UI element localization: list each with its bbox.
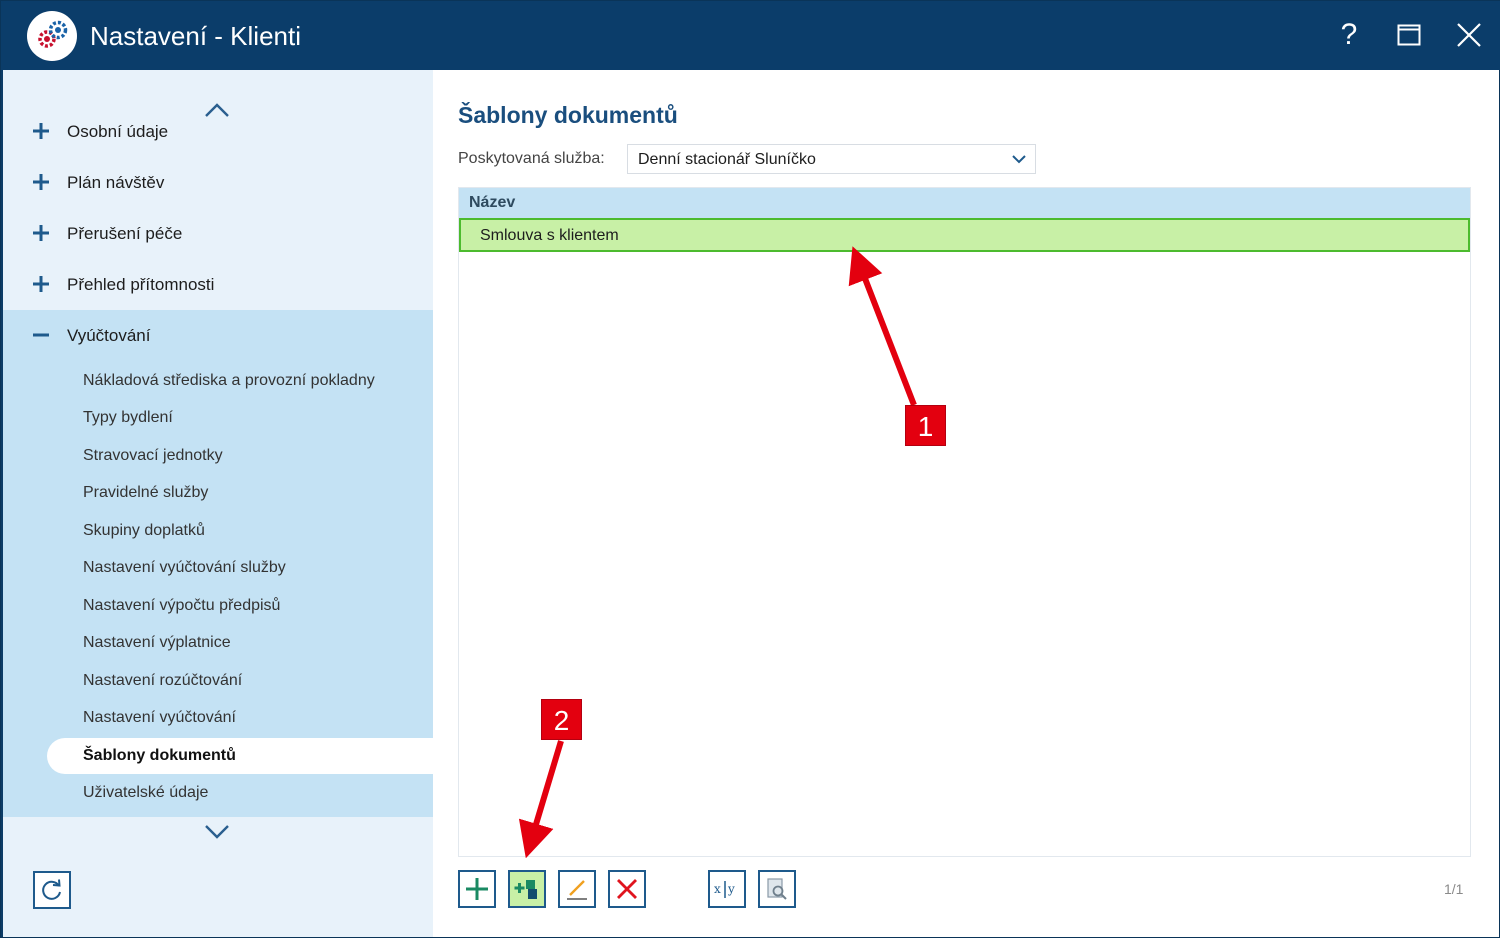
document-preview-icon <box>767 878 787 900</box>
add-button[interactable] <box>458 870 496 908</box>
title-bar: Nastavení - Klienti ? <box>1 1 1500 70</box>
page-title: Šablony dokumentů <box>458 102 678 128</box>
variable-xy-icon: x y <box>714 881 735 898</box>
sidebar-item-label: Skupiny doplatků <box>83 521 205 539</box>
pager: 1/1 <box>1444 881 1464 897</box>
sidebar-item-label: Nastavení vyúčtování služby <box>83 559 286 577</box>
delete-x-icon <box>617 879 637 899</box>
service-select-value: Denní stacionář Sluníčko <box>638 151 816 168</box>
sidebar-item-nastaveni-vyuctovani-sluzby[interactable]: Nastavení vyúčtování služby <box>3 550 433 588</box>
sidebar-subitems: Nákladová střediska a provozní pokladny … <box>3 362 433 812</box>
app-logo-gears-icon <box>27 11 77 61</box>
expand-plus-icon <box>33 174 49 190</box>
sidebar-item-stravovaci-jednotky[interactable]: Stravovací jednotky <box>3 437 433 475</box>
sidebar-item-skupiny-doplatku[interactable]: Skupiny doplatků <box>3 512 433 550</box>
sidebar-item-nastaveni-vyuctovani[interactable]: Nastavení vyúčtování <box>3 700 433 738</box>
sidebar-scroll-down-button[interactable] <box>199 818 235 846</box>
main-panel: Šablony dokumentů Poskytovaná služba: De… <box>433 70 1499 937</box>
annotation-callout-2: 2 <box>541 699 582 740</box>
sidebar-groups: Osobní údaje Plán návštěv Přerušení péče… <box>3 106 433 310</box>
sidebar-item-uzivatelske-udaje[interactable]: Uživatelské údaje <box>3 775 433 813</box>
service-filter-label: Poskytovaná služba: <box>458 150 605 167</box>
sidebar-group-vyuctovani[interactable]: Vyúčtování <box>3 310 433 362</box>
svg-text:y: y <box>727 882 735 896</box>
sidebar-item-label: Nákladová střediska a provozní pokladny <box>83 371 375 389</box>
sidebar-item-label: Šablony dokumentů <box>83 746 236 764</box>
window-title: Nastavení - Klienti <box>90 21 301 51</box>
sidebar-group-label: Osobní údaje <box>67 121 169 141</box>
annotation-callout-1: 1 <box>905 405 946 446</box>
maximize-button[interactable] <box>1387 13 1431 57</box>
expand-plus-icon <box>33 276 49 292</box>
maximize-icon <box>1397 24 1421 46</box>
chevron-down-icon <box>205 825 229 839</box>
preview-button[interactable] <box>758 870 796 908</box>
sidebar-group-plan-navstev[interactable]: Plán návštěv <box>3 157 433 208</box>
sidebar: Osobní údaje Plán návštěv Přerušení péče… <box>3 70 433 937</box>
expand-plus-icon <box>33 225 49 241</box>
sidebar-item-nastaveni-rozuctovani[interactable]: Nastavení rozúčtování <box>3 662 433 700</box>
close-button[interactable] <box>1447 13 1491 57</box>
sidebar-group-preruseni-pece[interactable]: Přerušení péče <box>3 208 433 259</box>
sidebar-group-prehled-pritomnosti[interactable]: Přehled přítomnosti <box>3 259 433 310</box>
sidebar-item-label: Nastavení vyúčtování <box>83 709 236 727</box>
table-row[interactable]: Smlouva s klientem <box>459 218 1470 252</box>
svg-text:x: x <box>714 882 721 896</box>
sidebar-group-osobni-udaje[interactable]: Osobní údaje <box>3 106 433 157</box>
sidebar-item-sablony-dokumentu[interactable]: Šablony dokumentů <box>3 737 433 775</box>
variables-button[interactable]: x y <box>708 870 746 908</box>
table-header: Název <box>459 188 1470 218</box>
plus-icon <box>466 878 488 900</box>
sidebar-item-label: Typy bydlení <box>83 409 173 427</box>
sidebar-group-label: Přehled přítomnosti <box>67 274 215 294</box>
sidebar-item-nakladova-strediska[interactable]: Nákladová střediska a provozní pokladny <box>3 362 433 400</box>
table-cell: Smlouva s klientem <box>480 227 619 244</box>
expand-plus-icon <box>33 123 49 139</box>
sidebar-expanded-group: Vyúčtování Nákladová střediska a provozn… <box>3 310 433 817</box>
copy-add-icon <box>514 880 537 899</box>
edit-button[interactable] <box>558 870 596 908</box>
copy-add-button[interactable] <box>508 870 546 908</box>
sidebar-item-pravidelne-sluzby[interactable]: Pravidelné služby <box>3 475 433 513</box>
sidebar-item-typy-bydleni[interactable]: Typy bydlení <box>3 400 433 438</box>
service-select[interactable]: Denní stacionář Sluníčko <box>627 144 1036 174</box>
refresh-icon <box>42 879 61 900</box>
sidebar-group-label: Přerušení péče <box>67 223 183 243</box>
close-icon <box>1457 23 1481 47</box>
sidebar-item-nastaveni-vypoctu-predpisu[interactable]: Nastavení výpočtu předpisů <box>3 587 433 625</box>
sidebar-item-label: Stravovací jednotky <box>83 446 223 464</box>
refresh-button[interactable] <box>33 871 71 909</box>
sidebar-item-label: Nastavení rozúčtování <box>83 671 243 689</box>
chevron-down-icon <box>1012 155 1026 164</box>
templates-table: Název Smlouva s klientem <box>458 187 1471 857</box>
sidebar-group-label: Vyúčtování <box>67 326 151 345</box>
column-header-nazev[interactable]: Název <box>469 194 515 212</box>
collapse-minus-icon <box>33 333 49 337</box>
sidebar-item-nastaveni-vyplatnice[interactable]: Nastavení výplatnice <box>3 625 433 663</box>
sidebar-item-label: Uživatelské údaje <box>83 784 209 802</box>
sidebar-item-label: Nastavení výpočtu předpisů <box>83 596 281 614</box>
help-button[interactable]: ? <box>1327 13 1371 57</box>
delete-button[interactable] <box>608 870 646 908</box>
sidebar-group-label: Plán návštěv <box>67 172 165 192</box>
pencil-icon <box>567 880 587 900</box>
settings-window: Nastavení - Klienti ? Osobní údaje Plán … <box>0 0 1500 938</box>
sidebar-item-label: Nastavení výplatnice <box>83 634 231 652</box>
sidebar-item-label: Pravidelné služby <box>83 484 209 502</box>
